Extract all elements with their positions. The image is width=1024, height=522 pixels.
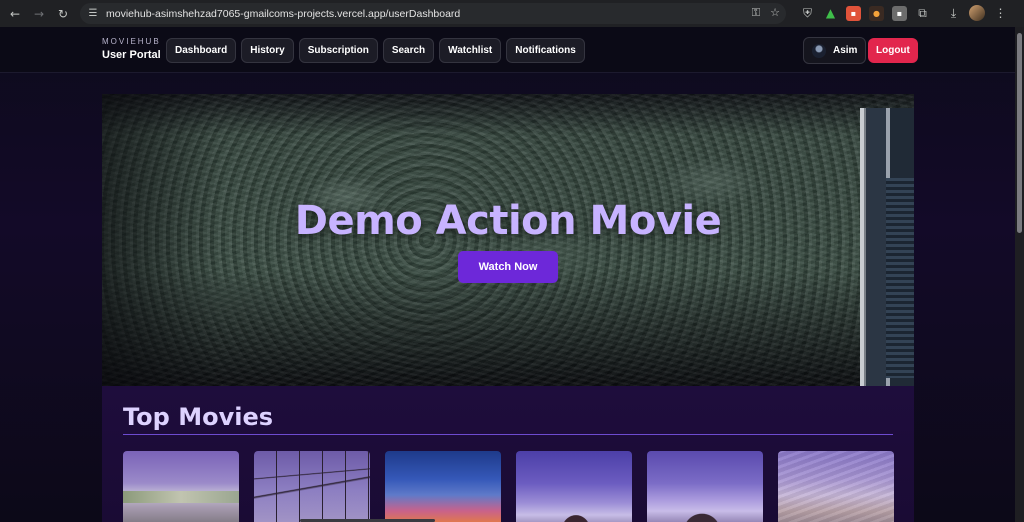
movie-card[interactable] — [516, 451, 632, 522]
top-movies-section: Top Movies — [102, 386, 914, 522]
more-menu-icon[interactable]: ⋮ — [993, 6, 1008, 21]
section-title: Top Movies — [123, 403, 274, 431]
forward-icon[interactable]: → — [30, 5, 48, 23]
movie-card[interactable] — [123, 451, 239, 522]
avatar — [812, 43, 826, 58]
star-icon[interactable]: ☆ — [770, 6, 780, 20]
main-nav: Dashboard History Subscription Search Wa… — [166, 38, 585, 63]
grey-extension-icon[interactable]: ▪ — [892, 5, 907, 21]
nav-watchlist-button[interactable]: Watchlist — [439, 38, 502, 63]
profile-avatar-icon[interactable] — [969, 5, 985, 21]
app-header: MOVIEHUB User Portal Dashboard History S… — [0, 27, 1015, 73]
movie-card[interactable] — [647, 451, 763, 522]
address-bar[interactable]: ☰ moviehub-asimshehzad7065-gmailcoms-pro… — [80, 3, 786, 24]
user-name: Asim — [833, 45, 858, 56]
red-extension-icon[interactable]: ▪ — [846, 5, 861, 21]
hero-title: Demo Action Movie — [294, 198, 722, 244]
nav-subscription-button[interactable]: Subscription — [298, 38, 378, 63]
nav-search-button[interactable]: Search — [382, 38, 435, 63]
reload-icon[interactable]: ↻ — [54, 5, 72, 23]
browser-toolbar: ← → ↻ ☰ moviehub-asimshehzad7065-gmailco… — [0, 0, 1024, 27]
shield-extension-icon[interactable]: ⛨ — [800, 6, 815, 21]
scrollbar-thumb[interactable] — [1017, 33, 1022, 233]
logout-button[interactable]: Logout — [868, 38, 918, 63]
watch-now-button[interactable]: Watch Now — [458, 251, 558, 283]
nav-notifications-button[interactable]: Notifications — [506, 38, 585, 63]
hero-building — [860, 108, 914, 386]
hero-banner: Demo Action Movie Watch Now — [102, 94, 914, 386]
back-icon[interactable]: ← — [6, 5, 24, 23]
brand-title: User Portal — [102, 49, 161, 61]
site-settings-icon[interactable]: ☰ — [86, 7, 100, 21]
dark-extension-icon[interactable]: ● — [869, 5, 884, 21]
scrollbar[interactable] — [1015, 27, 1024, 522]
section-divider — [123, 434, 893, 435]
chart-extension-icon[interactable]: ▲ — [823, 6, 838, 21]
brand[interactable]: MOVIEHUB User Portal — [102, 37, 161, 61]
movie-cards — [123, 451, 894, 522]
brand-small: MOVIEHUB — [102, 37, 161, 46]
movie-card[interactable] — [778, 451, 894, 522]
url-text[interactable]: moviehub-asimshehzad7065-gmailcoms-proje… — [106, 8, 460, 20]
movie-card[interactable] — [254, 451, 370, 522]
nav-history-button[interactable]: History — [241, 38, 294, 63]
nav-dashboard-button[interactable]: Dashboard — [166, 38, 237, 63]
movie-card[interactable] — [385, 451, 501, 522]
download-icon[interactable]: ⤓ — [946, 6, 961, 21]
key-icon[interactable]: ⚿ — [752, 6, 760, 20]
page: MOVIEHUB User Portal Dashboard History S… — [0, 27, 1015, 522]
user-profile-button[interactable]: Asim — [803, 37, 867, 64]
puzzle-icon[interactable]: ⧉ — [915, 6, 930, 21]
